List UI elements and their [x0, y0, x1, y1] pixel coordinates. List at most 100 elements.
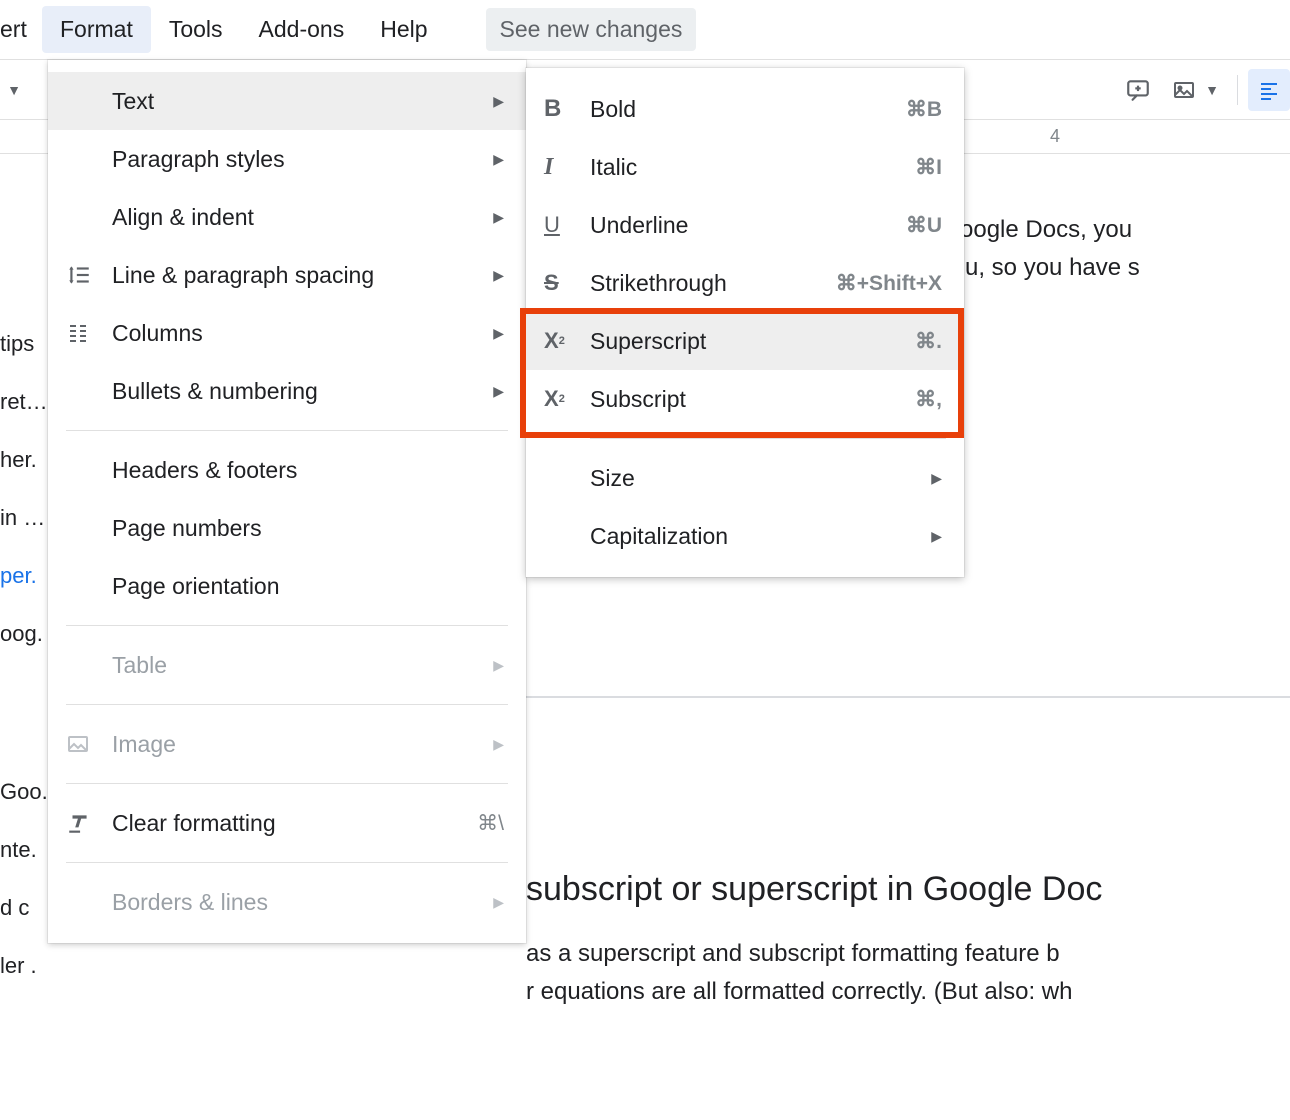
doc-text: r equations are all formatted correctly.… [526, 978, 1072, 1006]
bold-icon: B [544, 95, 590, 123]
menu-item-italic[interactable]: I Italic ⌘I [526, 138, 964, 196]
doc-text: oogle Docs, you [960, 216, 1132, 244]
chevron-right-icon: ▶ [931, 470, 942, 487]
shortcut: ⌘U [906, 213, 942, 238]
chevron-right-icon: ▶ [493, 657, 504, 674]
menu-item-strikethrough[interactable]: S Strikethrough ⌘+Shift+X [526, 254, 964, 312]
menu-label: Capitalization [590, 523, 931, 550]
menu-label: Paragraph styles [112, 146, 493, 173]
sidebar-item[interactable]: Goo. [0, 763, 48, 821]
menu-label: Underline [590, 212, 906, 239]
separator [66, 430, 508, 431]
menu-label: Italic [590, 154, 915, 181]
chevron-down-icon[interactable]: ▼ [7, 82, 21, 98]
menu-label: Page orientation [112, 573, 504, 600]
menu-label: Borders & lines [112, 889, 493, 916]
menu-item-page-orientation[interactable]: Page orientation [48, 557, 526, 615]
menu-item-capitalization[interactable]: Capitalization ▶ [526, 507, 964, 565]
shortcut: ⌘B [906, 97, 942, 122]
menu-label: Headers & footers [112, 457, 504, 484]
chevron-right-icon: ▶ [493, 894, 504, 911]
menu-item-image: Image ▶ [48, 715, 526, 773]
menu-label: Text [112, 88, 493, 115]
insert-image-button[interactable] [1163, 69, 1205, 111]
see-new-changes-button[interactable]: See new changes [486, 8, 697, 51]
sidebar-item[interactable]: her. [0, 431, 48, 489]
chevron-down-icon[interactable]: ▼ [1205, 82, 1219, 98]
menu-label: Image [112, 731, 493, 758]
menu-addons[interactable]: Add-ons [241, 6, 363, 53]
menu-label: Align & indent [112, 204, 493, 231]
align-left-button[interactable] [1248, 69, 1290, 111]
image-icon [66, 732, 112, 756]
menu-item-clear-formatting[interactable]: Clear formatting ⌘\ [48, 794, 526, 852]
separator [66, 625, 508, 626]
menu-label: Bullets & numbering [112, 378, 493, 405]
menu-label: Clear formatting [112, 810, 477, 837]
menu-format[interactable]: Format [42, 6, 151, 53]
menu-insert[interactable]: ert [0, 6, 42, 53]
chevron-right-icon: ▶ [493, 151, 504, 168]
menu-item-superscript[interactable]: X2 Superscript ⌘. [526, 312, 964, 370]
subscript-icon: X2 [544, 386, 590, 412]
add-comment-button[interactable] [1117, 69, 1159, 111]
menu-item-borders-lines: Borders & lines ▶ [48, 873, 526, 931]
menu-item-size[interactable]: Size ▶ [526, 449, 964, 507]
menu-tools[interactable]: Tools [151, 6, 241, 53]
sidebar-item[interactable]: per. [0, 547, 48, 605]
menu-label: Size [590, 465, 931, 492]
menu-label: Columns [112, 320, 493, 347]
menu-item-columns[interactable]: Columns ▶ [48, 304, 526, 362]
sidebar-item[interactable]: oog. [0, 605, 48, 663]
chevron-right-icon: ▶ [493, 736, 504, 753]
menu-item-text[interactable]: Text ▶ [48, 72, 526, 130]
menu-label: Bold [590, 96, 906, 123]
underline-icon: U [544, 212, 590, 238]
sidebar-item[interactable]: ler . [0, 937, 48, 995]
menu-item-headers-footers[interactable]: Headers & footers [48, 441, 526, 499]
menu-item-subscript[interactable]: X2 Subscript ⌘, [526, 370, 964, 428]
sidebar-item[interactable]: d c [0, 879, 48, 937]
menu-item-align-indent[interactable]: Align & indent ▶ [48, 188, 526, 246]
strikethrough-icon: S [544, 270, 590, 296]
menubar: ert Format Tools Add-ons Help See new ch… [0, 0, 1290, 60]
menu-item-table: Table ▶ [48, 636, 526, 694]
separator [590, 438, 946, 439]
menu-item-page-numbers[interactable]: Page numbers [48, 499, 526, 557]
doc-text: as a superscript and subscript formattin… [526, 940, 1060, 968]
separator [66, 862, 508, 863]
menu-label: Page numbers [112, 515, 504, 542]
menu-item-bullets[interactable]: Bullets & numbering ▶ [48, 362, 526, 420]
divider [1237, 75, 1238, 105]
columns-icon [66, 321, 112, 345]
shortcut: ⌘, [915, 387, 942, 412]
text-submenu: B Bold ⌘B I Italic ⌘I U Underline ⌘U S S… [526, 68, 964, 577]
menu-item-underline[interactable]: U Underline ⌘U [526, 196, 964, 254]
sidebar-item[interactable]: in … [0, 489, 48, 547]
line-spacing-icon [66, 262, 112, 288]
shortcut: ⌘I [915, 155, 942, 180]
chevron-right-icon: ▶ [493, 267, 504, 284]
separator [66, 704, 508, 705]
chevron-right-icon: ▶ [493, 325, 504, 342]
menu-item-line-spacing[interactable]: Line & paragraph spacing ▶ [48, 246, 526, 304]
sidebar-item[interactable]: nte. [0, 821, 48, 879]
menu-label: Superscript [590, 328, 915, 355]
shortcut: ⌘\ [477, 811, 504, 836]
ruler-mark: 4 [1050, 126, 1060, 147]
doc-text: u, so you have s [965, 254, 1140, 282]
format-menu: Text ▶ Paragraph styles ▶ Align & indent… [48, 60, 526, 943]
menu-label: Table [112, 652, 493, 679]
chevron-right-icon: ▶ [493, 383, 504, 400]
menu-item-paragraph-styles[interactable]: Paragraph styles ▶ [48, 130, 526, 188]
separator [66, 783, 508, 784]
italic-icon: I [544, 154, 590, 181]
shortcut: ⌘+Shift+X [836, 271, 942, 296]
sidebar-item[interactable]: ret… [0, 373, 48, 431]
doc-heading: subscript or superscript in Google Doc [526, 870, 1102, 909]
chevron-right-icon: ▶ [493, 93, 504, 110]
outline-sidebar: tips ret… her. in … per. oog. Goo. nte. … [0, 155, 48, 995]
menu-help[interactable]: Help [362, 6, 445, 53]
menu-item-bold[interactable]: B Bold ⌘B [526, 80, 964, 138]
sidebar-item[interactable]: tips [0, 315, 48, 373]
